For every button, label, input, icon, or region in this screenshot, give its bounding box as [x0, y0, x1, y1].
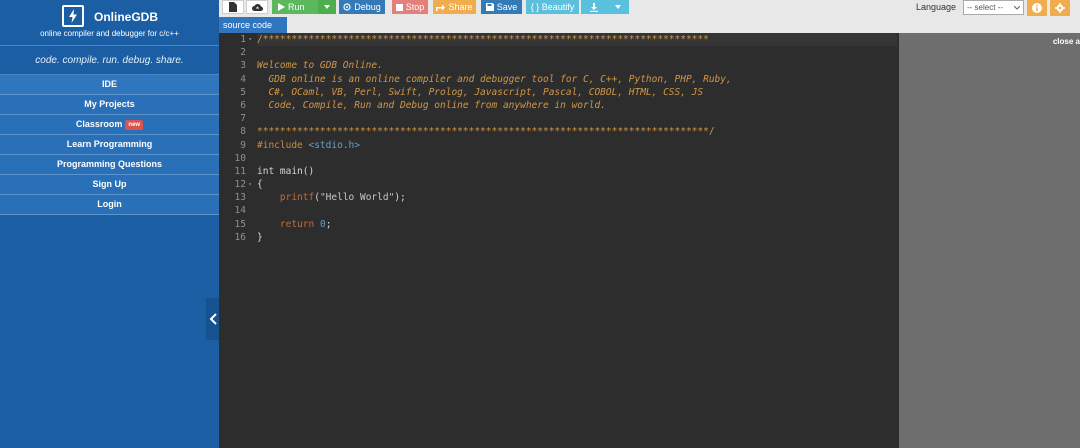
- code-line: /***************************************…: [257, 33, 897, 47]
- stop-icon: [395, 3, 403, 11]
- line-number: 3: [240, 60, 246, 72]
- info-button[interactable]: [1027, 0, 1047, 16]
- editor-tabbar: source code: [219, 17, 1080, 33]
- line-number: 7: [240, 113, 246, 125]
- line-number: 15: [234, 218, 246, 230]
- line-number: 10: [234, 152, 246, 164]
- line-number: 1 ▾: [240, 33, 252, 46]
- nav-classroom[interactable]: Classroom new: [0, 115, 219, 135]
- sidebar: OnlineGDB online compiler and debugger f…: [0, 0, 219, 448]
- code-line: GDB online is an online compiler and deb…: [257, 73, 732, 85]
- line-number: 6: [240, 99, 246, 111]
- fold-arrow-icon[interactable]: ▾: [248, 178, 252, 191]
- nav-classroom-label: Classroom: [75, 119, 123, 129]
- language-select[interactable]: -- select --: [963, 0, 1024, 15]
- run-options-dropdown[interactable]: [318, 0, 336, 14]
- nav-login[interactable]: Login: [0, 195, 219, 215]
- save-icon: [485, 3, 494, 11]
- code-line: }: [257, 231, 263, 243]
- share-button[interactable]: Share: [433, 0, 476, 14]
- code-line: Code, Compile, Run and Debug online from…: [257, 99, 606, 111]
- download-icon: [590, 2, 598, 12]
- tab-source-code[interactable]: source code: [219, 17, 287, 33]
- line-number: 14: [234, 205, 246, 217]
- brand-subtitle: online compiler and debugger for c/c++: [40, 29, 179, 38]
- beautify-button[interactable]: { } Beautify: [526, 0, 579, 14]
- nav-ide[interactable]: IDE: [0, 75, 219, 95]
- close-ad-button[interactable]: close a: [1053, 37, 1080, 46]
- nav-programming-questions[interactable]: Programming Questions: [0, 155, 219, 175]
- nav-sign-up[interactable]: Sign Up: [0, 175, 219, 195]
- run-label: Run: [288, 2, 305, 12]
- chevron-left-icon: [209, 313, 217, 325]
- lightning-icon[interactable]: [62, 5, 84, 27]
- share-label: Share: [448, 2, 473, 12]
- share-icon: [436, 4, 446, 11]
- stop-label: Stop: [405, 2, 425, 12]
- code-area[interactable]: /***************************************…: [257, 33, 897, 448]
- caret-down-icon: [615, 5, 621, 9]
- code-line: C#, OCaml, VB, Perl, Swift, Prolog, Java…: [257, 86, 704, 98]
- nav-my-projects[interactable]: My Projects: [0, 95, 219, 115]
- brand-title[interactable]: OnlineGDB: [94, 10, 158, 24]
- debug-button[interactable]: Debug: [339, 0, 385, 14]
- cloud-upload-icon: [251, 3, 263, 11]
- collapse-sidebar-button[interactable]: [206, 298, 219, 340]
- caret-down-icon: [324, 5, 330, 9]
- code-line: Welcome to GDB Online.: [257, 60, 383, 72]
- run-button[interactable]: Run: [272, 0, 318, 14]
- info-icon: [1032, 3, 1042, 13]
- settings-button[interactable]: [1050, 0, 1070, 16]
- line-number: 2: [240, 47, 246, 59]
- stop-button[interactable]: Stop: [392, 0, 428, 14]
- save-label: Save: [496, 2, 518, 12]
- line-number: 16: [234, 231, 246, 243]
- line-gutter: 1 ▾ 2 3 4 5 6 7 8 9 10 11 12 ▾ 13 14 15 16: [219, 33, 253, 448]
- fold-arrow-icon[interactable]: ▾: [248, 33, 252, 46]
- file-icon: [229, 2, 237, 12]
- download-options-dropdown[interactable]: [607, 0, 629, 14]
- nav-learn-programming[interactable]: Learn Programming: [0, 135, 219, 155]
- code-line: #include <stdio.h>: [257, 139, 360, 151]
- line-number: 13: [234, 192, 246, 204]
- new-file-button[interactable]: [222, 0, 244, 14]
- download-button[interactable]: [581, 0, 607, 14]
- line-number: 8: [240, 126, 246, 138]
- code-editor[interactable]: 1 ▾ 2 3 4 5 6 7 8 9 10 11 12 ▾ 13 14 15 16…: [219, 33, 899, 448]
- ad-panel: close a: [899, 33, 1080, 448]
- brand-header: OnlineGDB online compiler and debugger f…: [0, 0, 219, 46]
- code-line: int main(): [257, 165, 315, 177]
- upload-button[interactable]: [246, 0, 268, 14]
- code-line: {: [257, 179, 263, 191]
- new-badge: new: [125, 119, 144, 130]
- code-line: return 0;: [279, 218, 332, 230]
- language-select-value: -- select --: [967, 3, 1003, 12]
- line-number: 9: [240, 139, 246, 151]
- line-number: 12 ▾: [234, 178, 252, 191]
- debug-label: Debug: [354, 2, 381, 12]
- language-label: Language: [916, 2, 957, 12]
- line-number: 4: [240, 73, 246, 85]
- save-button[interactable]: Save: [481, 0, 522, 14]
- chevron-down-icon: [1014, 5, 1020, 10]
- debug-icon: [343, 3, 351, 11]
- tagline: code. compile. run. debug. share.: [0, 46, 219, 75]
- code-line: printf("Hello World");: [279, 192, 406, 204]
- play-icon: [278, 3, 285, 11]
- gear-icon: [1055, 3, 1065, 13]
- code-line: ****************************************…: [257, 126, 715, 138]
- line-number: 5: [240, 86, 246, 98]
- toolbar: Run Debug Stop Share Save { } Beautify L…: [219, 0, 1080, 17]
- line-number: 11: [234, 165, 246, 177]
